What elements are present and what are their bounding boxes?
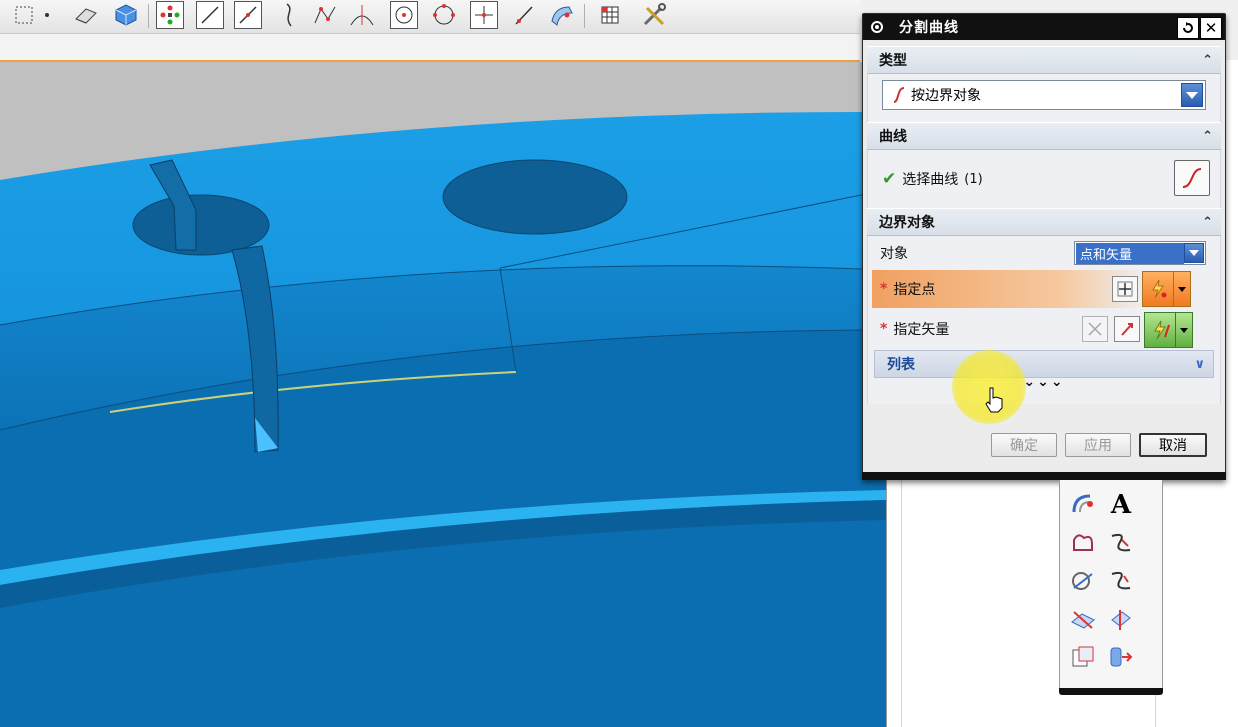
chevron-down-icon[interactable]: [1184, 243, 1204, 263]
specify-point-row[interactable]: * 指定点: [872, 270, 1216, 308]
collapse-caret-icon[interactable]: ⌃: [1202, 129, 1213, 144]
crosshair-point-icon[interactable]: [470, 1, 498, 29]
select-curve-button[interactable]: [1174, 160, 1210, 196]
vector-dialog-button[interactable]: [1114, 316, 1140, 342]
specify-vector-label: 指定矢量: [893, 322, 950, 338]
object-select-value: 点和矢量: [1076, 242, 1184, 264]
circle-points-icon[interactable]: [430, 1, 458, 29]
cube-view-icon[interactable]: [112, 1, 140, 29]
specify-point-label: 指定点: [893, 282, 936, 298]
dialog-title: 分割曲线: [899, 20, 959, 36]
gear-icon[interactable]: [867, 17, 887, 37]
main-toolbar: [0, 0, 860, 34]
hand-cursor-icon: [984, 386, 1006, 418]
collapse-caret-icon[interactable]: ⌃: [1202, 53, 1213, 68]
line-icon[interactable]: [196, 1, 224, 29]
tab-strip: [0, 34, 860, 62]
reverse-direction-icon: [1088, 322, 1102, 336]
ok-button[interactable]: 确定: [991, 433, 1057, 457]
slash-line-icon[interactable]: [510, 1, 538, 29]
dropdown-arrow-icon[interactable]: [40, 1, 54, 29]
eraser-icon[interactable]: [72, 1, 100, 29]
checkmark-icon: ✔: [882, 169, 897, 189]
curve-section-title: 曲线: [879, 129, 907, 145]
split-curve-dialog: 分割曲线 ✕ 类型 ⌃ 按边界对象 曲线 ⌃ ✔ 选择曲线 (1) 边界对象 ⌃…: [862, 13, 1226, 480]
section-curve-icon[interactable]: [1106, 604, 1136, 634]
snap-points-icon[interactable]: [156, 1, 184, 29]
text-tool-icon[interactable]: A: [1106, 490, 1136, 520]
extract-curve-icon[interactable]: [1068, 642, 1098, 672]
point-dialog-button[interactable]: [1112, 276, 1138, 302]
grid-icon[interactable]: [596, 1, 624, 29]
palette-bottom-bar: [1059, 688, 1163, 695]
circle-center-icon[interactable]: [390, 1, 418, 29]
split-curve-tool-icon[interactable]: [1106, 528, 1136, 558]
close-icon[interactable]: ✕: [1200, 17, 1222, 39]
reverse-direction-button[interactable]: [1082, 316, 1108, 342]
lightning-point-icon: [1143, 272, 1173, 306]
tangent-icon[interactable]: [348, 1, 376, 29]
line-point-icon[interactable]: [234, 1, 262, 29]
graphics-viewport[interactable]: [0, 62, 886, 727]
chevron-down-icon[interactable]: [1173, 272, 1190, 306]
more-options-toggle[interactable]: ⌄⌄⌄: [868, 374, 1220, 396]
select-curve-label[interactable]: 选择曲线: [902, 169, 958, 189]
type-section-body: 按边界对象: [867, 74, 1221, 122]
vector-constructor-icon: [1121, 323, 1133, 336]
object-label: 对象: [880, 246, 908, 262]
select-box-icon[interactable]: [10, 1, 38, 29]
type-select[interactable]: 按边界对象: [882, 80, 1206, 110]
apply-button[interactable]: 应用: [1065, 433, 1131, 457]
tools-icon[interactable]: [640, 1, 668, 29]
inferred-point-button[interactable]: [1142, 271, 1191, 307]
spline-points-icon[interactable]: [312, 1, 340, 29]
3d-model-view: [0, 62, 886, 727]
dialog-bottom-bar: [862, 472, 1226, 480]
curve-section-header[interactable]: 曲线 ⌃: [867, 122, 1221, 150]
boundary-section-body: 对象 点和矢量 * 指定点 * 指定矢量 列表 ∨ ⌄⌄⌄: [867, 236, 1221, 404]
curve-icon[interactable]: [278, 1, 306, 29]
dialog-titlebar[interactable]: 分割曲线 ✕: [863, 14, 1225, 40]
select-curve-count: (1): [964, 171, 983, 187]
curve-tools-palette: A: [1059, 480, 1163, 695]
specify-vector-row[interactable]: * 指定矢量: [868, 308, 1220, 350]
split-curve-icon: [891, 86, 907, 104]
required-asterisk: *: [880, 281, 888, 297]
point-constructor-icon: [1117, 281, 1133, 297]
required-asterisk: *: [880, 321, 888, 337]
surface-point-icon[interactable]: [548, 1, 576, 29]
chevron-down-icon[interactable]: ∨: [1194, 357, 1205, 372]
lightning-vector-icon: [1145, 313, 1175, 347]
chevron-down-icon[interactable]: [1175, 313, 1192, 347]
collapse-caret-icon[interactable]: ⌃: [1202, 215, 1213, 230]
type-section-title: 类型: [879, 53, 907, 69]
boundary-section-title: 边界对象: [879, 215, 935, 231]
trim-curve-icon[interactable]: [1106, 566, 1136, 596]
reset-icon[interactable]: [1177, 17, 1199, 39]
inferred-vector-button[interactable]: [1144, 312, 1193, 348]
bridge-curve-icon[interactable]: [1068, 528, 1098, 558]
project-curve-icon[interactable]: [1068, 566, 1098, 596]
boundary-section-header[interactable]: 边界对象 ⌃: [867, 208, 1221, 236]
cancel-button[interactable]: 取消: [1139, 433, 1207, 457]
list-label: 列表: [887, 357, 915, 373]
curve-select-icon: [1182, 168, 1202, 188]
object-select[interactable]: 点和矢量: [1074, 241, 1206, 265]
curve-section-body: ✔ 选择曲线 (1): [867, 150, 1221, 208]
intersect-curve-icon[interactable]: [1068, 604, 1098, 634]
extract-isoparam-icon[interactable]: [1106, 642, 1136, 672]
type-select-value: 按边界对象: [911, 88, 981, 104]
offset-curve-icon[interactable]: [1068, 490, 1098, 520]
chevron-down-icon[interactable]: [1181, 83, 1203, 107]
type-section-header[interactable]: 类型 ⌃: [867, 46, 1221, 74]
